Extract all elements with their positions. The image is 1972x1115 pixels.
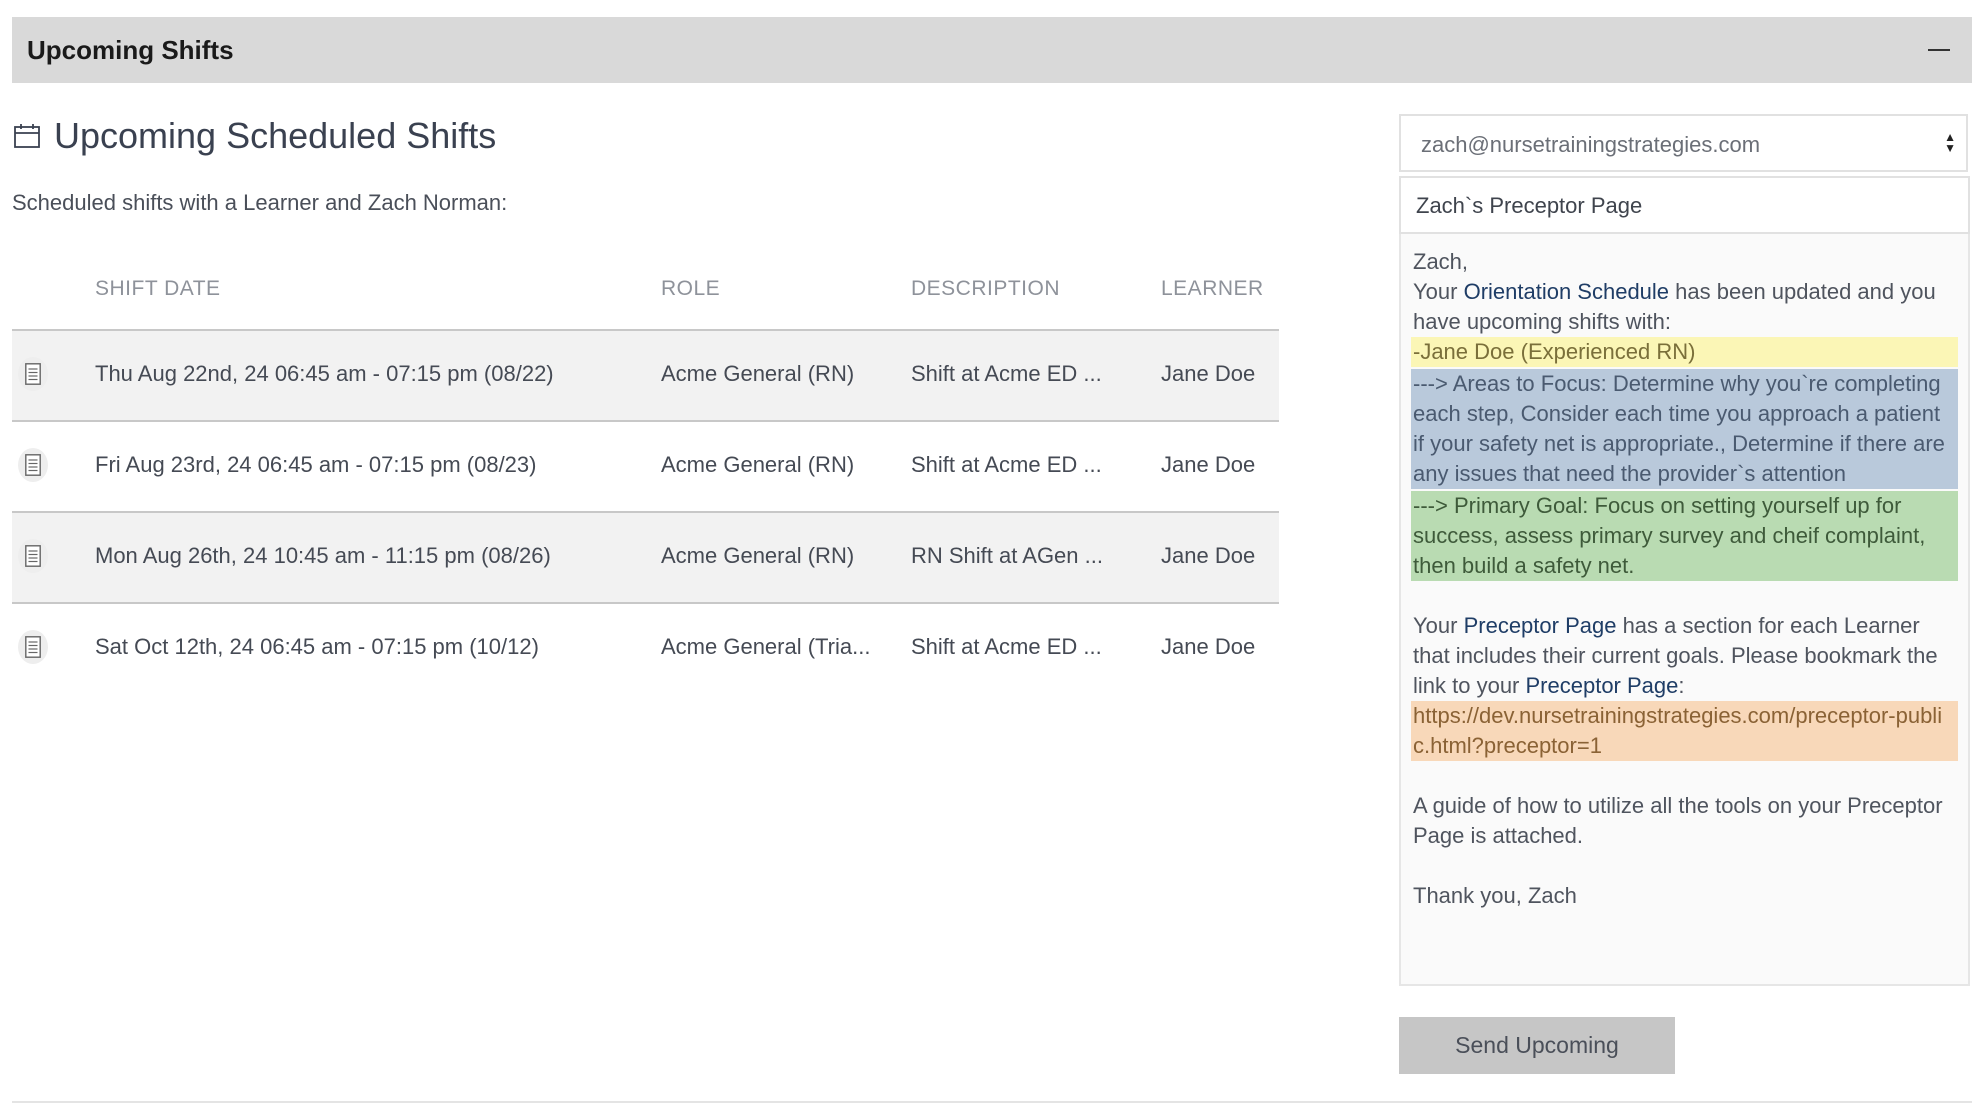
header-role[interactable]: ROLE [661, 277, 720, 301]
subject-input[interactable]: Zach`s Preceptor Page [1399, 176, 1970, 234]
subtitle: Scheduled shifts with a Learner and Zach… [12, 190, 508, 215]
shift-description: RN Shift at AGen ... [911, 543, 1103, 568]
header-description[interactable]: DESCRIPTION [911, 277, 1060, 301]
select-arrows-icon: ▲ ▼ [1944, 130, 1956, 155]
shift-date: Fri Aug 23rd, 24 06:45 am - 07:15 pm (08… [95, 452, 537, 477]
calendar-icon [14, 124, 40, 148]
send-upcoming-button[interactable]: Send Upcoming [1399, 1017, 1675, 1074]
shift-date: Sat Oct 12th, 24 06:45 am - 07:15 pm (10… [95, 634, 539, 659]
shift-role: Acme General (RN) [661, 361, 855, 386]
panel-header[interactable]: Upcoming Shifts [12, 17, 1972, 83]
section-heading: Upcoming Scheduled Shifts [14, 114, 496, 158]
url-highlight[interactable]: https://dev.nursetrainingstrategies.com/… [1411, 701, 1958, 761]
shift-date: Mon Aug 26th, 24 10:45 am - 11:15 pm (08… [95, 543, 551, 568]
shift-role: Acme General (Tria... [661, 634, 871, 659]
message-signoff: Thank you, Zach [1413, 883, 1577, 908]
subject-value: Zach`s Preceptor Page [1416, 193, 1643, 218]
document-icon[interactable] [18, 357, 48, 391]
orientation-schedule-link[interactable]: Orientation Schedule [1464, 279, 1669, 304]
message-greeting: Zach, [1413, 249, 1469, 274]
shifts-table: SHIFT DATE ROLE DESCRIPTION LEARNER Thu … [12, 265, 1279, 693]
shift-description: Shift at Acme ED ... [911, 634, 1102, 659]
message-textarea[interactable]: Zach, Your Orientation Schedule has been… [1399, 234, 1970, 986]
document-icon[interactable] [18, 630, 48, 664]
message-preceptor-paragraph: Your Preceptor Page has a section for ea… [1413, 613, 1938, 698]
table-row[interactable]: Sat Oct 12th, 24 06:45 am - 07:15 pm (10… [12, 604, 1279, 693]
document-icon[interactable] [18, 539, 48, 573]
minus-icon[interactable] [1928, 49, 1950, 51]
shift-learner: Jane Doe [1161, 361, 1256, 386]
divider [12, 1101, 1972, 1103]
recipient-select[interactable]: zach@nursetrainingstrategies.com ▲ ▼ [1399, 114, 1968, 172]
shift-role: Acme General (RN) [661, 543, 855, 568]
table-row[interactable]: Fri Aug 23rd, 24 06:45 am - 07:15 pm (08… [12, 422, 1279, 513]
learner-highlight: -Jane Doe (Experienced RN) [1411, 337, 1958, 367]
shift-learner: Jane Doe [1161, 543, 1256, 568]
header-shift-date[interactable]: SHIFT DATE [95, 277, 221, 301]
document-icon[interactable] [18, 448, 48, 482]
shift-description: Shift at Acme ED ... [911, 361, 1102, 386]
table-header: SHIFT DATE ROLE DESCRIPTION LEARNER [12, 265, 1279, 331]
goal-highlight: ---> Primary Goal: Focus on setting your… [1411, 491, 1958, 581]
table-row[interactable]: Thu Aug 22nd, 24 06:45 am - 07:15 pm (08… [12, 331, 1279, 422]
table-row[interactable]: Mon Aug 26th, 24 10:45 am - 11:15 pm (08… [12, 513, 1279, 604]
preceptor-page-link-2[interactable]: Preceptor Page [1526, 673, 1679, 698]
header-learner[interactable]: LEARNER [1161, 277, 1264, 301]
message-intro: Your Orientation Schedule has been updat… [1413, 279, 1936, 334]
focus-highlight: ---> Areas to Focus: Determine why you`r… [1411, 369, 1958, 489]
panel-title: Upcoming Shifts [27, 35, 234, 65]
preceptor-page-link[interactable]: Preceptor Page [1464, 613, 1617, 638]
shift-description: Shift at Acme ED ... [911, 452, 1102, 477]
shift-role: Acme General (RN) [661, 452, 855, 477]
recipient-value: zach@nursetrainingstrategies.com [1421, 132, 1761, 157]
shift-learner: Jane Doe [1161, 634, 1256, 659]
shift-date: Thu Aug 22nd, 24 06:45 am - 07:15 pm (08… [95, 361, 554, 386]
page-title: Upcoming Scheduled Shifts [54, 115, 497, 156]
shift-learner: Jane Doe [1161, 452, 1256, 477]
message-guide: A guide of how to utilize all the tools … [1413, 793, 1943, 848]
